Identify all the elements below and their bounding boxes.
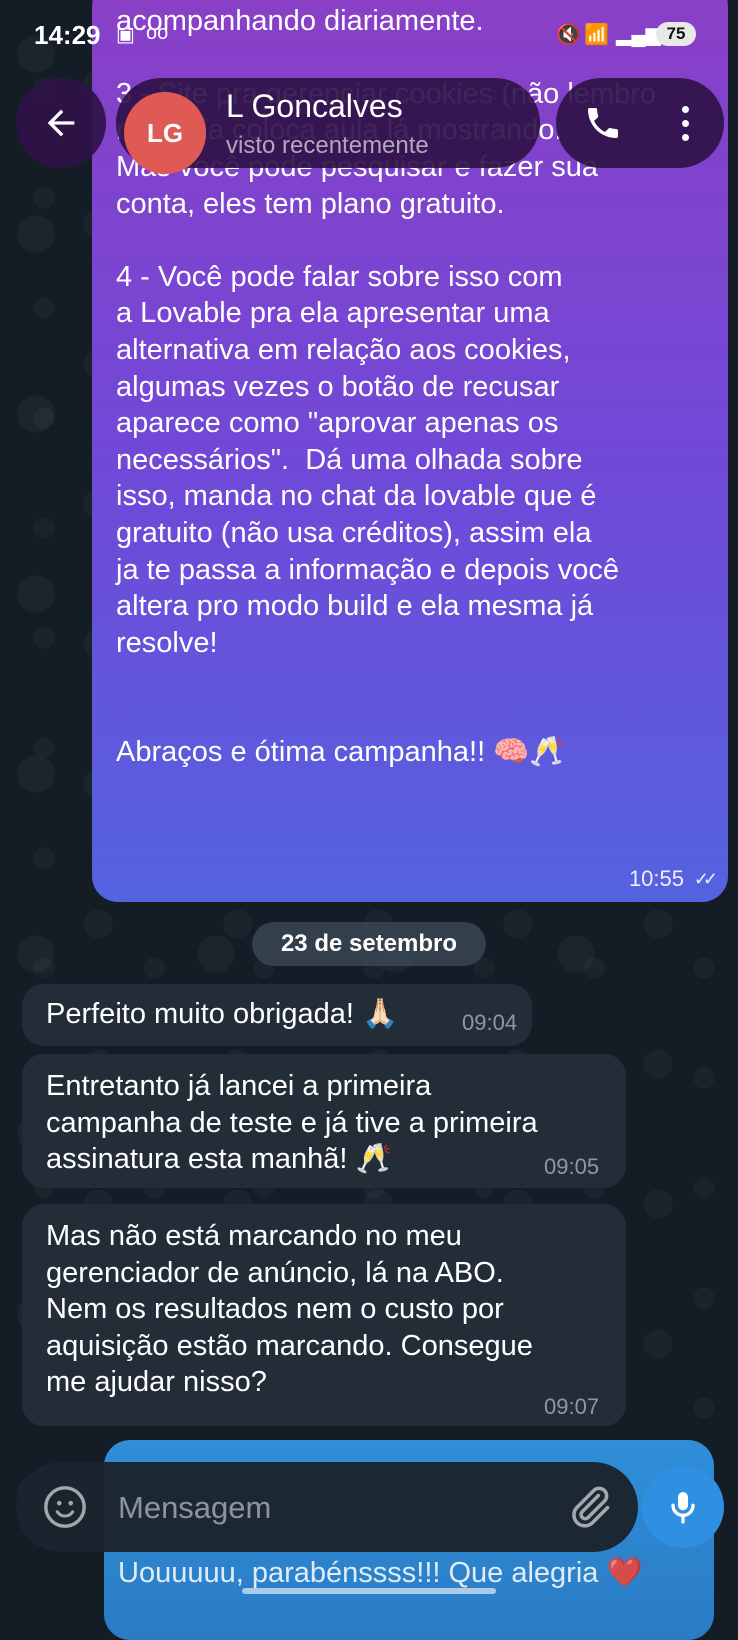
attach-icon[interactable] xyxy=(564,1482,614,1532)
message-input[interactable] xyxy=(116,1480,540,1536)
message-time: 09:05 xyxy=(544,1154,600,1179)
double-check-icon: ✓✓ xyxy=(693,869,718,889)
incoming-message[interactable]: Entretanto já lancei a primeira campanha… xyxy=(22,1054,626,1188)
status-bar: 14:29 ▣ oo 🔇 📶 ▂▄▆ 75 xyxy=(0,0,738,66)
message-text: Mas não está marcando no meu gerenciador… xyxy=(46,1220,533,1399)
contact-name: L Goncalves xyxy=(226,88,403,124)
mic-button[interactable] xyxy=(642,1466,724,1548)
mic-icon xyxy=(671,1492,695,1524)
back-button[interactable] xyxy=(16,78,106,168)
contact-header[interactable]: LG L Goncalves visto recentemente xyxy=(116,78,540,174)
date-separator: 23 de setembro xyxy=(252,922,486,966)
message-text: Entretanto já lancei a primeira campanha… xyxy=(46,1070,538,1176)
incoming-message[interactable]: Perfeito muito obrigada! 🙏🏻 09:04 xyxy=(22,984,532,1046)
battery-indicator: 75 xyxy=(656,22,696,46)
message-time: 09:07 xyxy=(544,1394,600,1419)
contact-status: visto recentemente xyxy=(226,132,429,159)
message-time: 09:04 xyxy=(462,1010,518,1035)
wifi-icon: 📶 xyxy=(584,24,609,46)
message-text: Perfeito muito obrigada! 🙏🏻 xyxy=(46,998,399,1030)
more-vert-icon[interactable] xyxy=(660,98,710,148)
message-text: Uouuuuu, parabénssss!!! Que alegria ❤️ xyxy=(118,1557,643,1589)
incoming-message[interactable]: Mas não está marcando no meu gerenciador… xyxy=(22,1204,626,1426)
avatar: LG xyxy=(124,92,206,174)
voicemail-icon: oo xyxy=(146,22,169,44)
call-icon xyxy=(588,108,618,138)
message-time: 10:55 xyxy=(628,866,684,891)
emoji-icon[interactable] xyxy=(42,1484,88,1530)
signal-icon: ▂▄▆ xyxy=(616,24,661,46)
screenshot-icon: ▣ xyxy=(116,24,135,46)
status-time: 14:29 xyxy=(34,20,101,50)
mute-icon: 🔇 xyxy=(556,24,581,46)
header-actions xyxy=(556,78,724,168)
back-arrow-icon xyxy=(47,109,75,137)
home-indicator[interactable] xyxy=(242,1588,496,1594)
message-composer xyxy=(16,1462,638,1552)
call-button[interactable] xyxy=(578,98,628,148)
